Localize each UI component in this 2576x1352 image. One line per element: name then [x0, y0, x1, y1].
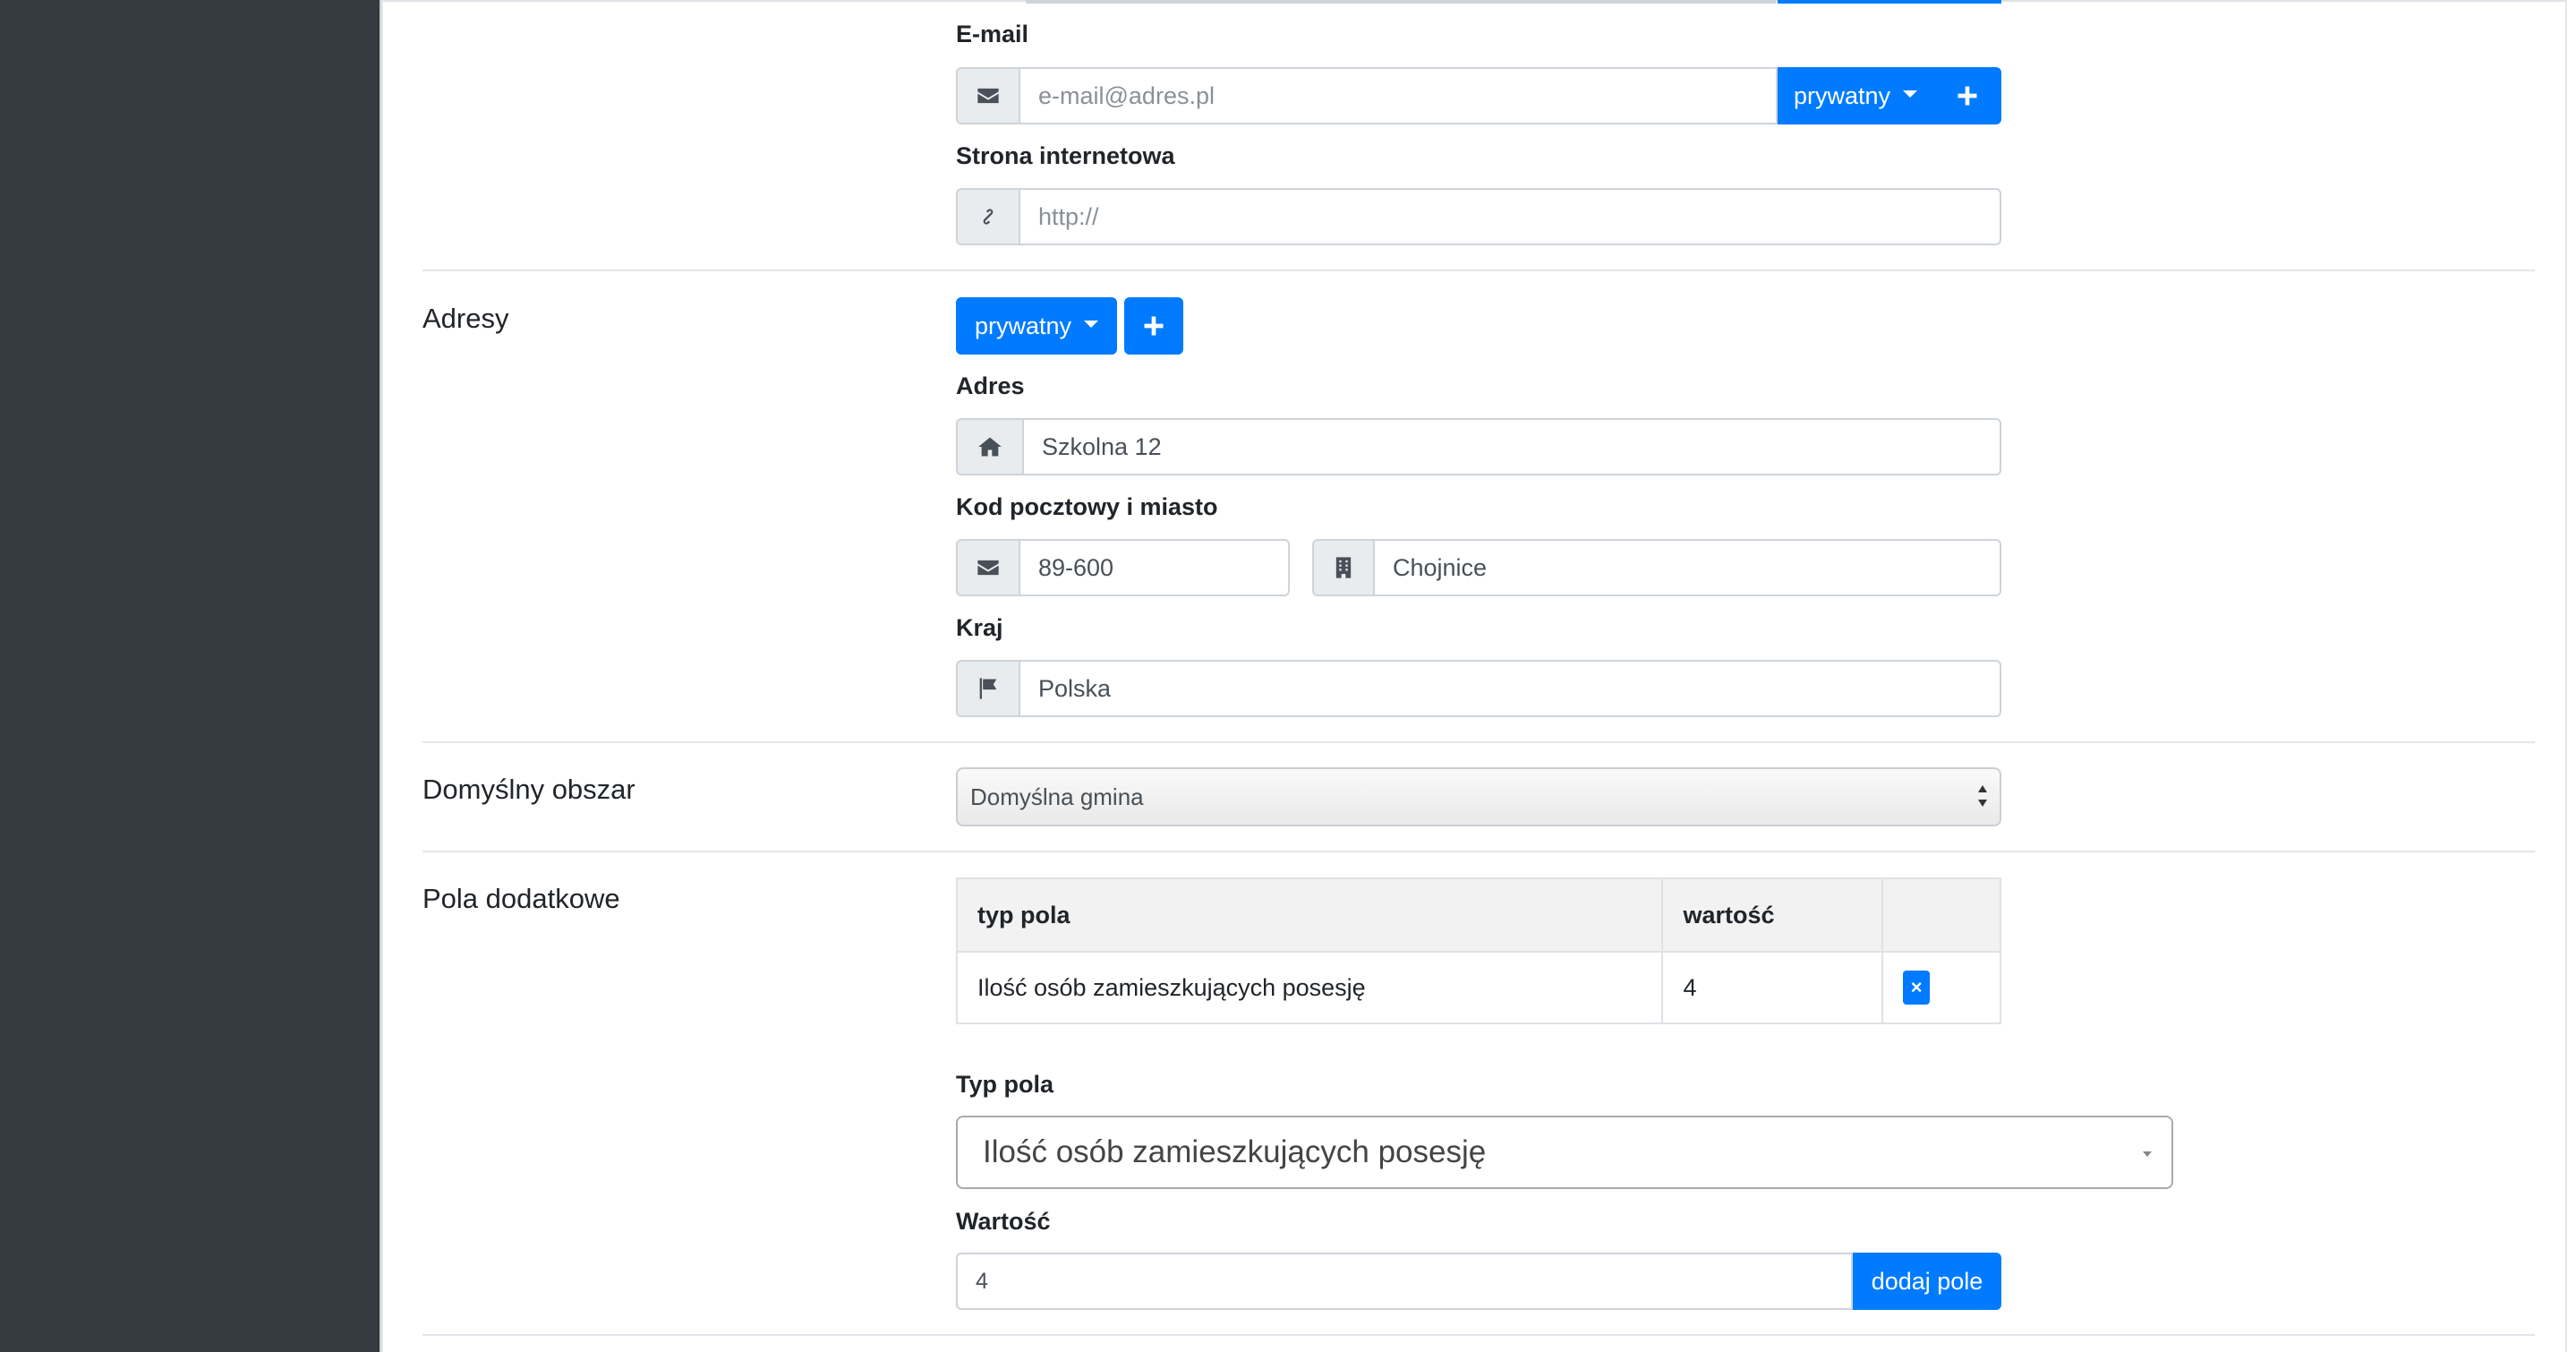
link-icon	[956, 188, 1019, 245]
email-input[interactable]: e-mail@adres.pl	[1019, 67, 1778, 124]
plus-icon	[1144, 316, 1164, 336]
envelope-icon	[956, 67, 1019, 124]
address-type-dropdown[interactable]: prywatny	[956, 297, 1117, 355]
email-type-label: prywatny	[1793, 81, 1891, 109]
email-add-button[interactable]	[1933, 67, 2001, 124]
default-area-selected: Domyślna gmina	[970, 783, 1144, 810]
sidebar-shadow	[380, 0, 383, 1352]
postal-code-input-group: 89-600	[956, 539, 1290, 596]
addresses-section-title: Adresy	[422, 303, 509, 334]
field-type-select[interactable]: Ilość osób zamieszkujących posesję	[956, 1116, 2173, 1189]
value-label: Wartość	[956, 1208, 1051, 1235]
country-input[interactable]: Polska	[1019, 660, 2001, 717]
flag-icon	[956, 660, 1019, 717]
city-input[interactable]: Chojnice	[1373, 539, 2001, 596]
postal-code-input[interactable]: 89-600	[1019, 539, 1290, 596]
table-row: Ilość osób zamieszkujących posesję 4 ×	[955, 951, 2001, 1024]
updown-arrows-icon	[1978, 785, 1987, 807]
city-input-group: Chojnice	[1312, 539, 2001, 596]
column-header-actions	[1881, 877, 2001, 953]
divider	[422, 270, 2535, 271]
postal-city-label: Kod pocztowy i miasto	[956, 493, 1218, 520]
add-field-button[interactable]: dodaj pole	[1853, 1253, 2001, 1310]
divider	[422, 851, 2535, 852]
address-add-button[interactable]	[1124, 297, 1183, 355]
column-header-type: typ pola	[955, 877, 1664, 953]
email-input-group: e-mail@adres.pl	[956, 67, 1778, 124]
address-input[interactable]: Szkolna 12	[1022, 418, 2001, 475]
home-icon	[956, 418, 1022, 475]
field-type-label: Typ pola	[956, 1071, 1054, 1098]
divider	[422, 1334, 2535, 1336]
default-area-section-title: Domyślny obszar	[422, 774, 635, 805]
column-header-value: wartość	[1661, 877, 1884, 953]
extra-fields-table: typ pola wartość Ilość osób zamieszkując…	[955, 877, 2001, 1024]
cell-field-type: Ilość osób zamieszkujących posesję	[955, 951, 1664, 1024]
country-label: Kraj	[956, 614, 1003, 641]
sidebar	[0, 0, 380, 1352]
address-label: Adres	[956, 372, 1025, 399]
cell-field-value: 4	[1661, 951, 1884, 1024]
address-input-group: Szkolna 12	[956, 418, 2001, 475]
value-input[interactable]: 4	[956, 1253, 1853, 1310]
email-type-dropdown[interactable]: prywatny	[1778, 67, 1933, 124]
building-icon	[1312, 539, 1373, 596]
email-label: E-mail	[956, 21, 1029, 47]
website-input-group: http://	[956, 188, 2001, 245]
extra-fields-section-title: Pola dodatkowe	[422, 883, 620, 914]
content-right-border	[2565, 0, 2567, 1352]
plus-icon	[1958, 86, 1977, 106]
caret-down-icon	[1084, 321, 1099, 328]
caret-down-icon	[2143, 1151, 2152, 1157]
delete-row-button[interactable]: ×	[1903, 971, 1931, 1005]
divider	[422, 741, 2535, 743]
website-input[interactable]: http://	[1019, 188, 2001, 245]
country-input-group: Polska	[956, 660, 2001, 717]
envelope-icon	[956, 539, 1019, 596]
website-label: Strona internetowa	[956, 142, 1175, 169]
default-area-select[interactable]: Domyślna gmina	[956, 767, 2001, 826]
previous-field-bottom-edge	[1026, 0, 1776, 4]
table-header-row: typ pola wartość	[955, 877, 2001, 953]
caret-down-icon	[1903, 90, 1918, 98]
cell-actions: ×	[1881, 951, 2001, 1024]
field-type-selected: Ilość osób zamieszkujących posesję	[983, 1134, 1487, 1169]
address-type-label: prywatny	[974, 312, 1072, 339]
previous-button-bottom-edge[interactable]	[1778, 0, 2001, 4]
page-root: E-mail e-mail@adres.pl prywatny Strona i…	[0, 0, 2576, 1352]
